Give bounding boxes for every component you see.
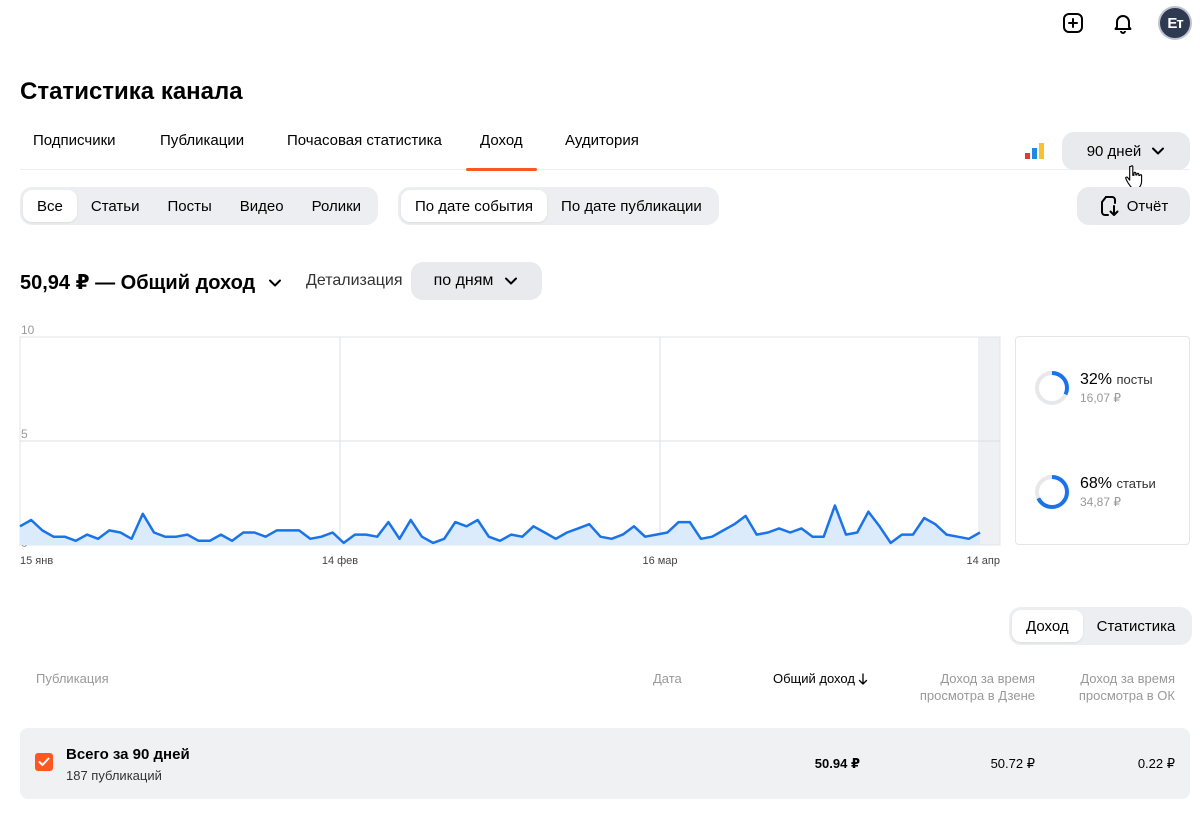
filter-shorts[interactable]: Ролики: [298, 190, 375, 222]
donut-articles-value: 34,87 ₽: [1080, 495, 1121, 509]
donut-posts-ring: [1035, 371, 1069, 405]
content-type-filter: Все Статьи Посты Видео Ролики: [20, 187, 379, 225]
bar-chart-icon[interactable]: [1025, 143, 1045, 159]
income-chart[interactable]: 105015 янв14 фев16 мар14 апр: [0, 315, 1010, 575]
x-tick-label: 15 янв: [20, 555, 53, 567]
check-icon: [38, 757, 50, 766]
col-ok-line2: просмотра в ОК: [1078, 688, 1175, 703]
y-tick-label: 10: [21, 323, 35, 337]
chevron-down-icon: [269, 279, 282, 286]
donut-panel: 32% посты 16,07 ₽ 68% статьи 34,87 ₽: [1015, 336, 1190, 545]
top-bar: Ет: [1058, 6, 1192, 40]
chevron-down-icon: [505, 277, 518, 285]
report-button[interactable]: Отчёт: [1077, 187, 1190, 225]
tab-subscribers[interactable]: Подписчики: [33, 132, 116, 170]
donut-articles: 68% статьи 34,87 ₽: [1034, 474, 1156, 510]
col-dzen-line2: просмотра в Дзене: [919, 688, 1035, 703]
total-checkbox[interactable]: [35, 753, 53, 771]
donut-posts-value: 16,07 ₽: [1080, 391, 1121, 405]
view-income[interactable]: Доход: [1012, 610, 1083, 642]
col-ok-income[interactable]: Доход за время просмотра в ОК: [1079, 670, 1175, 704]
col-dzen-line1: Доход за время: [940, 671, 1035, 686]
total-dzen-value: 50.72 ₽: [990, 756, 1035, 771]
filter-video[interactable]: Видео: [226, 190, 298, 222]
col-dzen-income[interactable]: Доход за время просмотра в Дзене: [920, 670, 1035, 704]
report-label: Отчёт: [1126, 197, 1169, 215]
donut-posts-label: посты: [1116, 372, 1153, 387]
tab-income[interactable]: Доход: [466, 132, 537, 171]
donut-posts: 32% посты 16,07 ₽: [1034, 370, 1153, 406]
table-row-total[interactable]: Всего за 90 дней 187 публикаций 50.94 ₽ …: [20, 728, 1190, 799]
tab-audience[interactable]: Аудитория: [565, 132, 639, 170]
col-date[interactable]: Дата: [653, 670, 682, 687]
detail-value: по дням: [433, 272, 494, 289]
sort-down-icon: [858, 672, 868, 685]
x-tick-label: 14 апр: [967, 555, 1000, 567]
page-title: Статистика канала: [20, 78, 243, 105]
col-publication[interactable]: Публикация: [36, 670, 109, 687]
add-icon[interactable]: [1058, 8, 1088, 38]
col-total[interactable]: Общий доход: [773, 670, 868, 687]
donut-articles-ring: [1035, 475, 1069, 509]
detail-dropdown[interactable]: по дням: [411, 262, 542, 300]
period-label: 90 дней: [1086, 142, 1142, 160]
filter-by-publication-date[interactable]: По дате публикации: [547, 190, 716, 222]
income-metric-dropdown[interactable]: 50,94 ₽ — Общий доход: [20, 270, 283, 295]
download-report-icon: [1100, 196, 1119, 216]
donut-articles-pct: 68%: [1080, 475, 1113, 492]
tab-hourly[interactable]: Почасовая статистика: [287, 132, 442, 170]
filter-articles[interactable]: Статьи: [77, 190, 154, 222]
avatar[interactable]: Ет: [1158, 6, 1192, 40]
col-total-label: Общий доход: [773, 671, 855, 686]
bell-icon[interactable]: [1108, 8, 1138, 38]
x-tick-label: 16 мар: [642, 555, 677, 567]
filter-posts[interactable]: Посты: [153, 190, 225, 222]
filter-all[interactable]: Все: [23, 190, 77, 222]
x-tick-label: 14 фев: [322, 555, 358, 567]
total-income-value: 50.94 ₽: [814, 756, 860, 771]
date-mode-filter: По дате события По дате публикации: [398, 187, 719, 225]
chevron-down-icon: [1152, 147, 1165, 155]
col-ok-line1: Доход за время: [1080, 671, 1175, 686]
total-subtitle: 187 публикаций: [66, 768, 162, 783]
tab-publications[interactable]: Публикации: [160, 132, 244, 170]
total-title: Всего за 90 дней: [66, 746, 190, 763]
tabs: Подписчики Публикации Почасовая статисти…: [20, 122, 1190, 171]
income-title: 50,94 ₽ — Общий доход: [20, 272, 256, 294]
view-statistics[interactable]: Статистика: [1083, 610, 1190, 642]
detail-label: Детализация: [306, 272, 403, 289]
filter-by-event-date[interactable]: По дате события: [401, 190, 548, 222]
y-tick-label: 5: [21, 427, 28, 441]
donut-articles-label: статьи: [1116, 476, 1156, 491]
donut-posts-pct: 32%: [1080, 371, 1113, 388]
view-toggle: Доход Статистика: [1009, 607, 1193, 645]
total-ok-value: 0.22 ₽: [1137, 756, 1175, 771]
